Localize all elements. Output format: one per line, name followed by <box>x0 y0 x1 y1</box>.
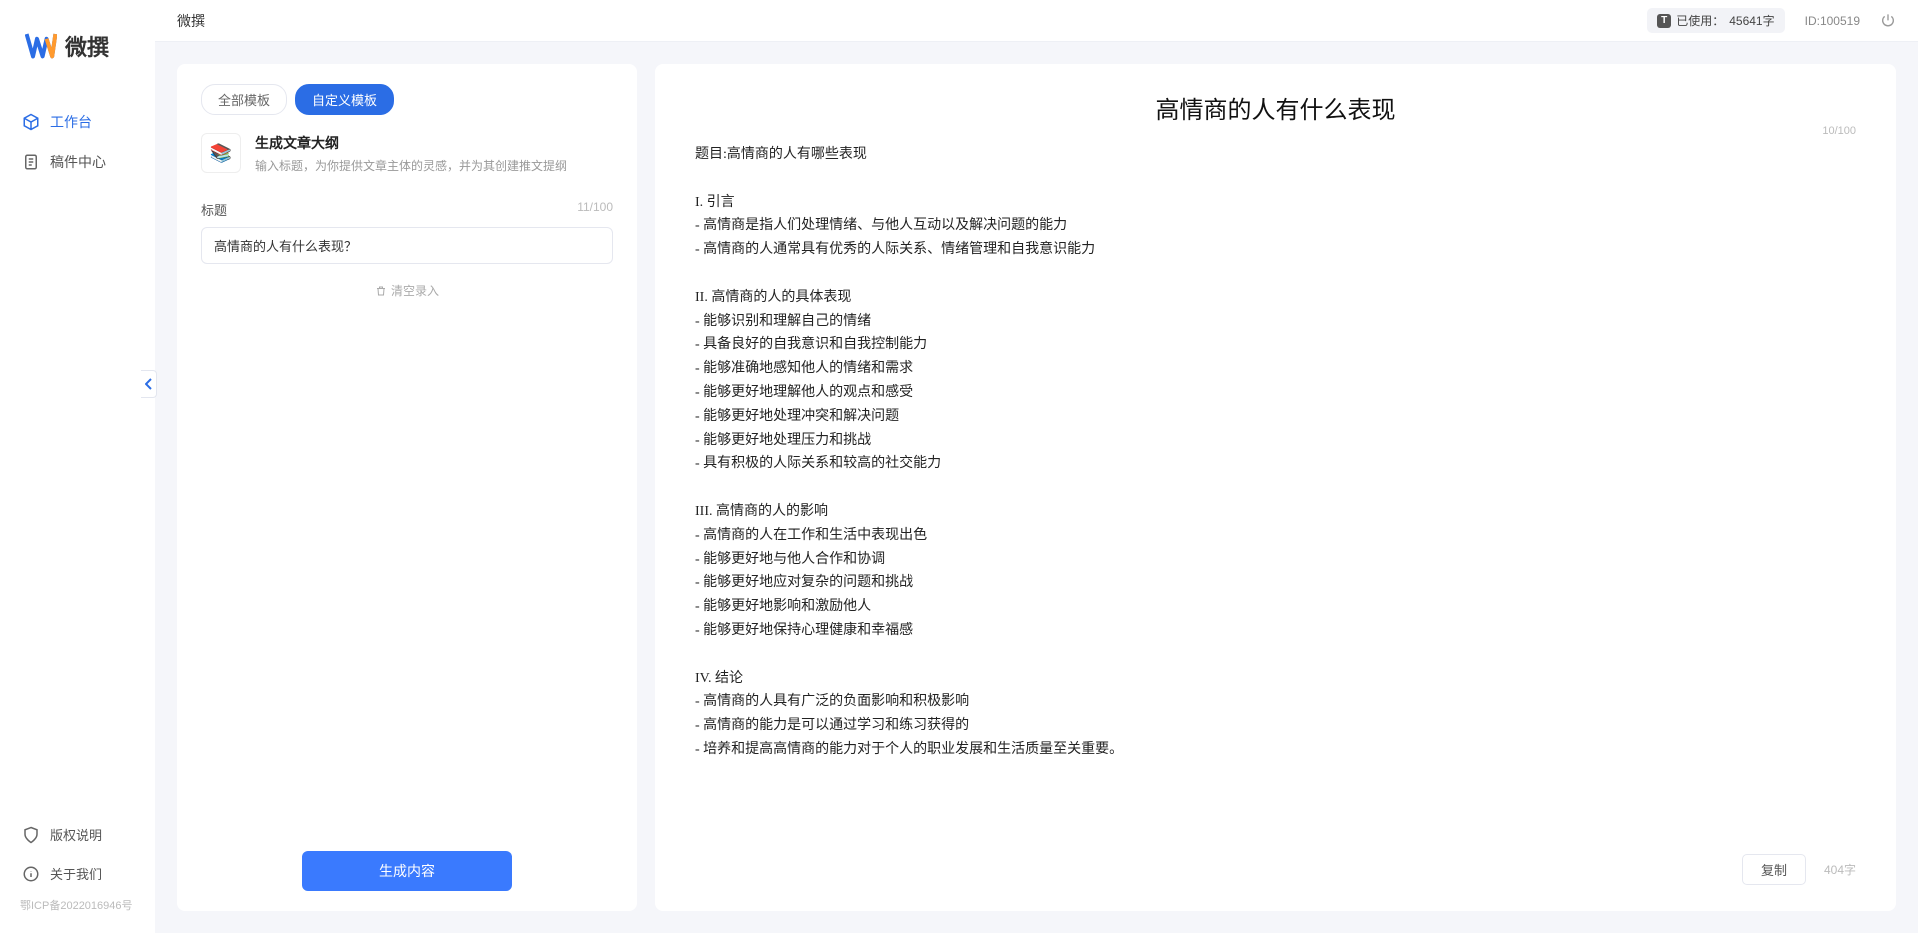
main-area: 微撰 T 已使用： 45641字 ID:100519 全部模板 自定义模板 <box>155 0 1918 933</box>
nav-about[interactable]: 关于我们 <box>0 854 155 893</box>
brand-logo: 微撰 <box>0 30 155 102</box>
brand-name: 微撰 <box>65 30 109 62</box>
nav-label: 稿件中心 <box>50 152 106 172</box>
nav-workspace[interactable]: 工作台 <box>0 102 155 142</box>
template-thumb-icon: 📚 <box>201 133 241 173</box>
usage-value: 45641字 <box>1729 12 1774 29</box>
nav-label: 工作台 <box>50 112 92 132</box>
tab-custom-templates[interactable]: 自定义模板 <box>295 84 394 115</box>
title-input[interactable] <box>201 227 613 264</box>
logo-icon <box>25 32 57 60</box>
template-card: 📚 生成文章大纲 输入标题，为你提供文章主体的灵感，并为其创建推文提纲 <box>201 133 613 174</box>
template-title: 生成文章大纲 <box>255 133 567 153</box>
template-desc: 输入标题，为你提供文章主体的灵感，并为其创建推文提纲 <box>255 157 567 174</box>
info-icon <box>22 865 40 883</box>
nav-label: 关于我们 <box>50 864 102 883</box>
sidebar: 微撰 工作台 稿件中心 版权说明 关于我们 鄂ICP备2022016946号 <box>0 0 155 933</box>
cube-icon <box>22 113 40 131</box>
usage-badge: T 已使用： 45641字 <box>1647 8 1784 33</box>
app-title: 微撰 <box>177 11 205 31</box>
clear-input-button[interactable]: 清空录入 <box>201 282 613 299</box>
icp-text: 鄂ICP备2022016946号 <box>0 893 155 923</box>
content: 全部模板 自定义模板 📚 生成文章大纲 输入标题，为你提供文章主体的灵感，并为其… <box>155 42 1918 933</box>
right-panel: 高情商的人有什么表现 10/100 题目:高情商的人有哪些表现 I. 引言 - … <box>655 64 1896 911</box>
shield-icon <box>22 826 40 844</box>
clear-label: 清空录入 <box>391 282 439 299</box>
left-panel: 全部模板 自定义模板 📚 生成文章大纲 输入标题，为你提供文章主体的灵感，并为其… <box>177 64 637 911</box>
word-count: 404字 <box>1824 861 1856 878</box>
nav-copyright[interactable]: 版权说明 <box>0 815 155 854</box>
text-count-icon: T <box>1657 14 1671 28</box>
doc-icon <box>22 153 40 171</box>
nav-label: 版权说明 <box>50 825 102 844</box>
sidebar-bottom: 版权说明 关于我们 鄂ICP备2022016946号 <box>0 815 155 933</box>
chevron-left-icon <box>145 378 153 390</box>
topbar: 微撰 T 已使用： 45641字 ID:100519 <box>155 0 1918 42</box>
copy-button[interactable]: 复制 <box>1742 854 1806 885</box>
article-body: 题目:高情商的人有哪些表现 I. 引言 - 高情商是指人们处理情绪、与他人互动以… <box>695 143 1856 840</box>
tab-all-templates[interactable]: 全部模板 <box>201 84 287 115</box>
trash-icon <box>375 285 387 297</box>
topbar-right: T 已使用： 45641字 ID:100519 <box>1647 8 1896 33</box>
generate-button[interactable]: 生成内容 <box>302 851 512 891</box>
usage-label: 已使用： <box>1676 12 1724 29</box>
title-char-counter: 11/100 <box>577 200 613 219</box>
power-icon <box>1880 13 1896 29</box>
article-title-counter: 10/100 <box>1822 125 1856 137</box>
title-field-label: 标题 <box>201 200 227 219</box>
template-tabs: 全部模板 自定义模板 <box>201 84 613 115</box>
article-title: 高情商的人有什么表现 <box>695 90 1856 125</box>
logout-button[interactable] <box>1880 13 1896 29</box>
nav-list: 工作台 稿件中心 <box>0 102 155 815</box>
user-id: ID:100519 <box>1805 14 1860 28</box>
sidebar-collapse-button[interactable] <box>141 370 157 398</box>
nav-drafts[interactable]: 稿件中心 <box>0 142 155 182</box>
